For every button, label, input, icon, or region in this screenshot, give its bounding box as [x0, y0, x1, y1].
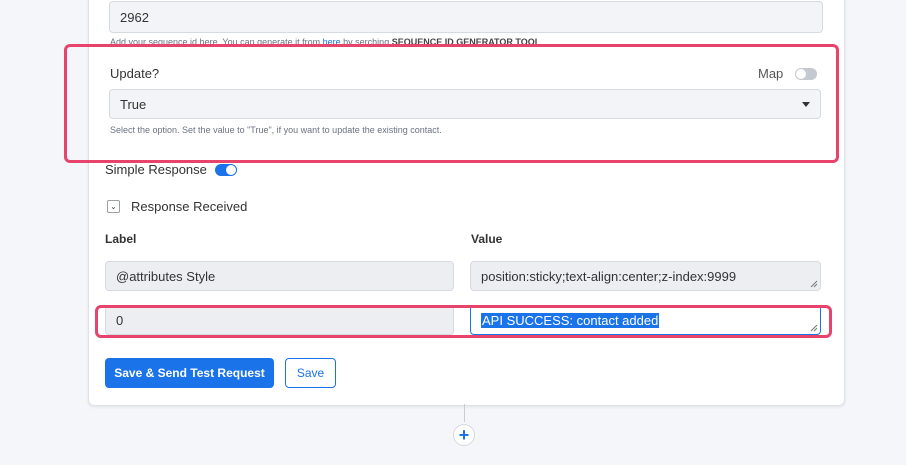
response-received-label: Response Received — [131, 199, 248, 214]
simple-response-toggle-knob — [226, 165, 236, 175]
save-button[interactable]: Save — [285, 358, 336, 388]
step-connector-line — [464, 404, 465, 422]
response-received-checkbox[interactable]: ⌄ — [107, 200, 120, 213]
chevron-down-icon: ⌄ — [110, 202, 117, 211]
label-column-header: Label — [105, 232, 137, 246]
sequence-id-input[interactable]: 2962 — [109, 1, 823, 33]
value-column-header: Value — [471, 232, 503, 246]
simple-response-label: Simple Response — [105, 162, 207, 177]
row-highlight-box — [95, 305, 832, 338]
save-send-test-button[interactable]: Save & Send Test Request — [105, 358, 274, 388]
add-step-button[interactable]: + — [453, 424, 475, 446]
sequence-id-value: 2962 — [120, 9, 149, 25]
row-1-label-input[interactable]: @attributes Style — [105, 261, 454, 291]
simple-response-toggle[interactable] — [215, 164, 237, 176]
resize-handle-icon[interactable] — [810, 280, 818, 288]
update-highlight-box — [64, 44, 839, 163]
row-1-value-textarea[interactable]: position:sticky;text-align:center;z-inde… — [470, 261, 821, 291]
